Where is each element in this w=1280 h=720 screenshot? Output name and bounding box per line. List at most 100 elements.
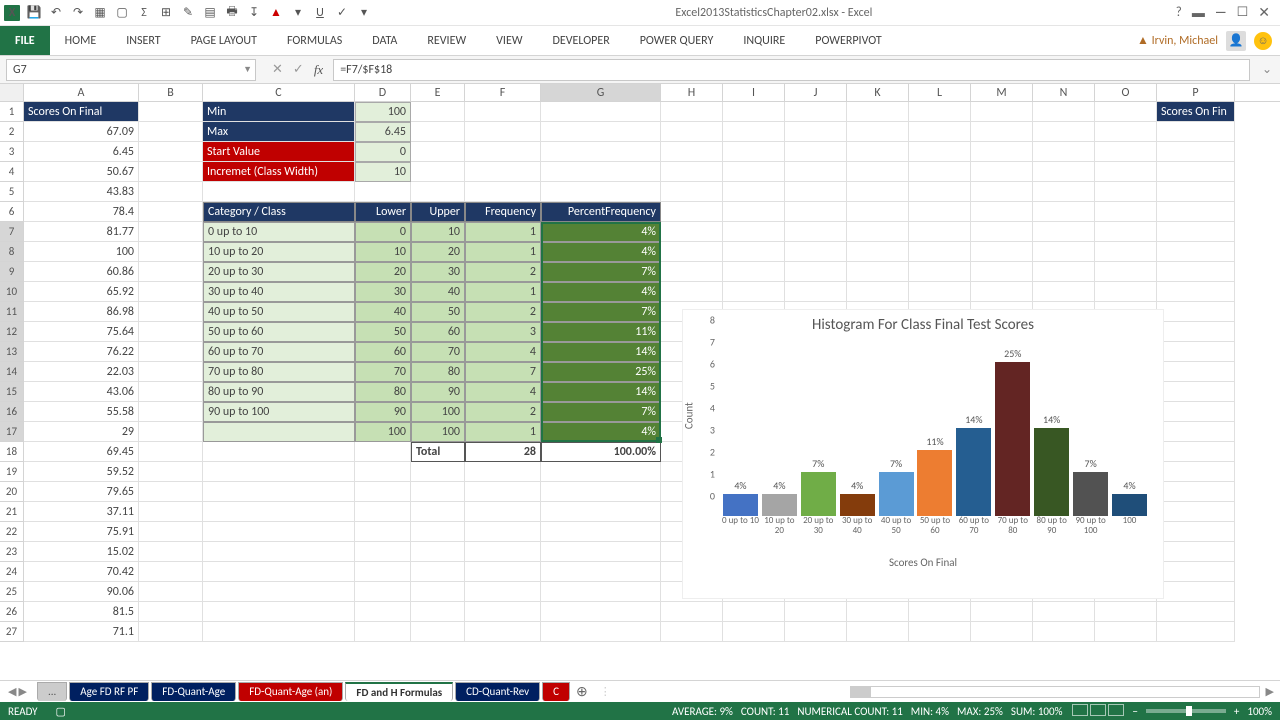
cell[interactable]: [139, 542, 203, 562]
scroll-right-icon[interactable]: ▶: [1260, 685, 1280, 698]
cell[interactable]: [785, 202, 847, 222]
sheet-tab[interactable]: ...: [37, 682, 67, 701]
cell[interactable]: [1157, 442, 1235, 462]
cell[interactable]: [909, 622, 971, 642]
add-sheet-button[interactable]: ⊕: [570, 683, 594, 700]
cell[interactable]: 50: [355, 322, 411, 342]
qat-icon[interactable]: ▾: [290, 5, 306, 21]
cell[interactable]: [1157, 222, 1235, 242]
cell[interactable]: [139, 422, 203, 442]
cell[interactable]: [1033, 282, 1095, 302]
column-header[interactable]: N: [1033, 84, 1095, 101]
cell[interactable]: 100: [355, 422, 411, 442]
cell[interactable]: [723, 622, 785, 642]
cell[interactable]: 71.1: [24, 622, 139, 642]
cell[interactable]: [785, 242, 847, 262]
ribbon-tab-insert[interactable]: INSERT: [111, 26, 175, 55]
qat-icon[interactable]: 🖶: [224, 5, 240, 21]
cell[interactable]: 1: [465, 242, 541, 262]
cell[interactable]: [1157, 522, 1235, 542]
row-header[interactable]: 23: [0, 542, 24, 562]
cell[interactable]: [661, 182, 723, 202]
cell[interactable]: [139, 522, 203, 542]
cell[interactable]: 75.64: [24, 322, 139, 342]
cell[interactable]: [785, 282, 847, 302]
cell[interactable]: [541, 542, 661, 562]
cell[interactable]: 67.09: [24, 122, 139, 142]
row-header[interactable]: 4: [0, 162, 24, 182]
cell[interactable]: [847, 122, 909, 142]
cell[interactable]: 60 up to 70: [203, 342, 355, 362]
column-header[interactable]: L: [909, 84, 971, 101]
cell[interactable]: [203, 182, 355, 202]
sheet-tab[interactable]: FD-Quant-Age (an): [238, 682, 343, 701]
cell[interactable]: [541, 622, 661, 642]
sheet-tab[interactable]: CD-Quant-Rev: [455, 682, 540, 701]
column-header[interactable]: M: [971, 84, 1033, 101]
cell[interactable]: [139, 402, 203, 422]
cell[interactable]: 7%: [541, 302, 661, 322]
cell[interactable]: [1157, 542, 1235, 562]
cell[interactable]: [909, 242, 971, 262]
cell[interactable]: [139, 602, 203, 622]
row-header[interactable]: 19: [0, 462, 24, 482]
cell[interactable]: [1157, 202, 1235, 222]
cell[interactable]: 78.4: [24, 202, 139, 222]
cell[interactable]: [1033, 102, 1095, 122]
cell[interactable]: 1: [465, 422, 541, 442]
cell[interactable]: Lower: [355, 202, 411, 222]
qat-icon[interactable]: ▤: [202, 5, 218, 21]
cell[interactable]: [971, 602, 1033, 622]
row-header[interactable]: 14: [0, 362, 24, 382]
cell[interactable]: [909, 222, 971, 242]
cell[interactable]: [909, 142, 971, 162]
cell[interactable]: [465, 162, 541, 182]
cell[interactable]: [971, 142, 1033, 162]
cell[interactable]: [139, 302, 203, 322]
cell[interactable]: [723, 202, 785, 222]
zoom-level[interactable]: 100%: [1247, 705, 1272, 718]
cell[interactable]: [139, 282, 203, 302]
cell[interactable]: Total: [411, 442, 465, 462]
cell[interactable]: 15.02: [24, 542, 139, 562]
cell[interactable]: Scores On Final: [24, 102, 139, 122]
row-header[interactable]: 24: [0, 562, 24, 582]
cell[interactable]: [909, 102, 971, 122]
cell[interactable]: 65.92: [24, 282, 139, 302]
cell[interactable]: [1095, 242, 1157, 262]
cell[interactable]: [1157, 562, 1235, 582]
sheet-tab[interactable]: FD and H Formulas: [345, 682, 453, 701]
cell[interactable]: [355, 482, 411, 502]
qat-icon[interactable]: ▢: [114, 5, 130, 21]
cell[interactable]: [661, 262, 723, 282]
maximize-button[interactable]: ☐: [1237, 5, 1249, 20]
cell[interactable]: [1157, 402, 1235, 422]
cell[interactable]: 40: [355, 302, 411, 322]
ribbon-tab-page-layout[interactable]: PAGE LAYOUT: [176, 26, 272, 55]
column-header[interactable]: P: [1157, 84, 1235, 101]
cell[interactable]: 4: [465, 342, 541, 362]
cell[interactable]: 70: [411, 342, 465, 362]
cell[interactable]: [139, 362, 203, 382]
cell[interactable]: [1157, 282, 1235, 302]
feedback-icon[interactable]: ☺: [1254, 32, 1272, 50]
cell[interactable]: 59.52: [24, 462, 139, 482]
cell[interactable]: [541, 182, 661, 202]
cell[interactable]: [971, 222, 1033, 242]
column-header[interactable]: C: [203, 84, 355, 101]
cell[interactable]: [1033, 142, 1095, 162]
cell[interactable]: 79.65: [24, 482, 139, 502]
column-header[interactable]: G: [541, 84, 661, 101]
cell[interactable]: 7%: [541, 262, 661, 282]
cell[interactable]: Max: [203, 122, 355, 142]
cell[interactable]: Category / Class: [203, 202, 355, 222]
cell[interactable]: [465, 522, 541, 542]
cell[interactable]: [203, 442, 355, 462]
qat-icon[interactable]: ✓: [334, 5, 350, 21]
cell[interactable]: [411, 602, 465, 622]
cell[interactable]: [139, 342, 203, 362]
cell[interactable]: 60: [355, 342, 411, 362]
row-header[interactable]: 25: [0, 582, 24, 602]
ribbon-tab-home[interactable]: HOME: [50, 26, 112, 55]
cell[interactable]: [465, 142, 541, 162]
